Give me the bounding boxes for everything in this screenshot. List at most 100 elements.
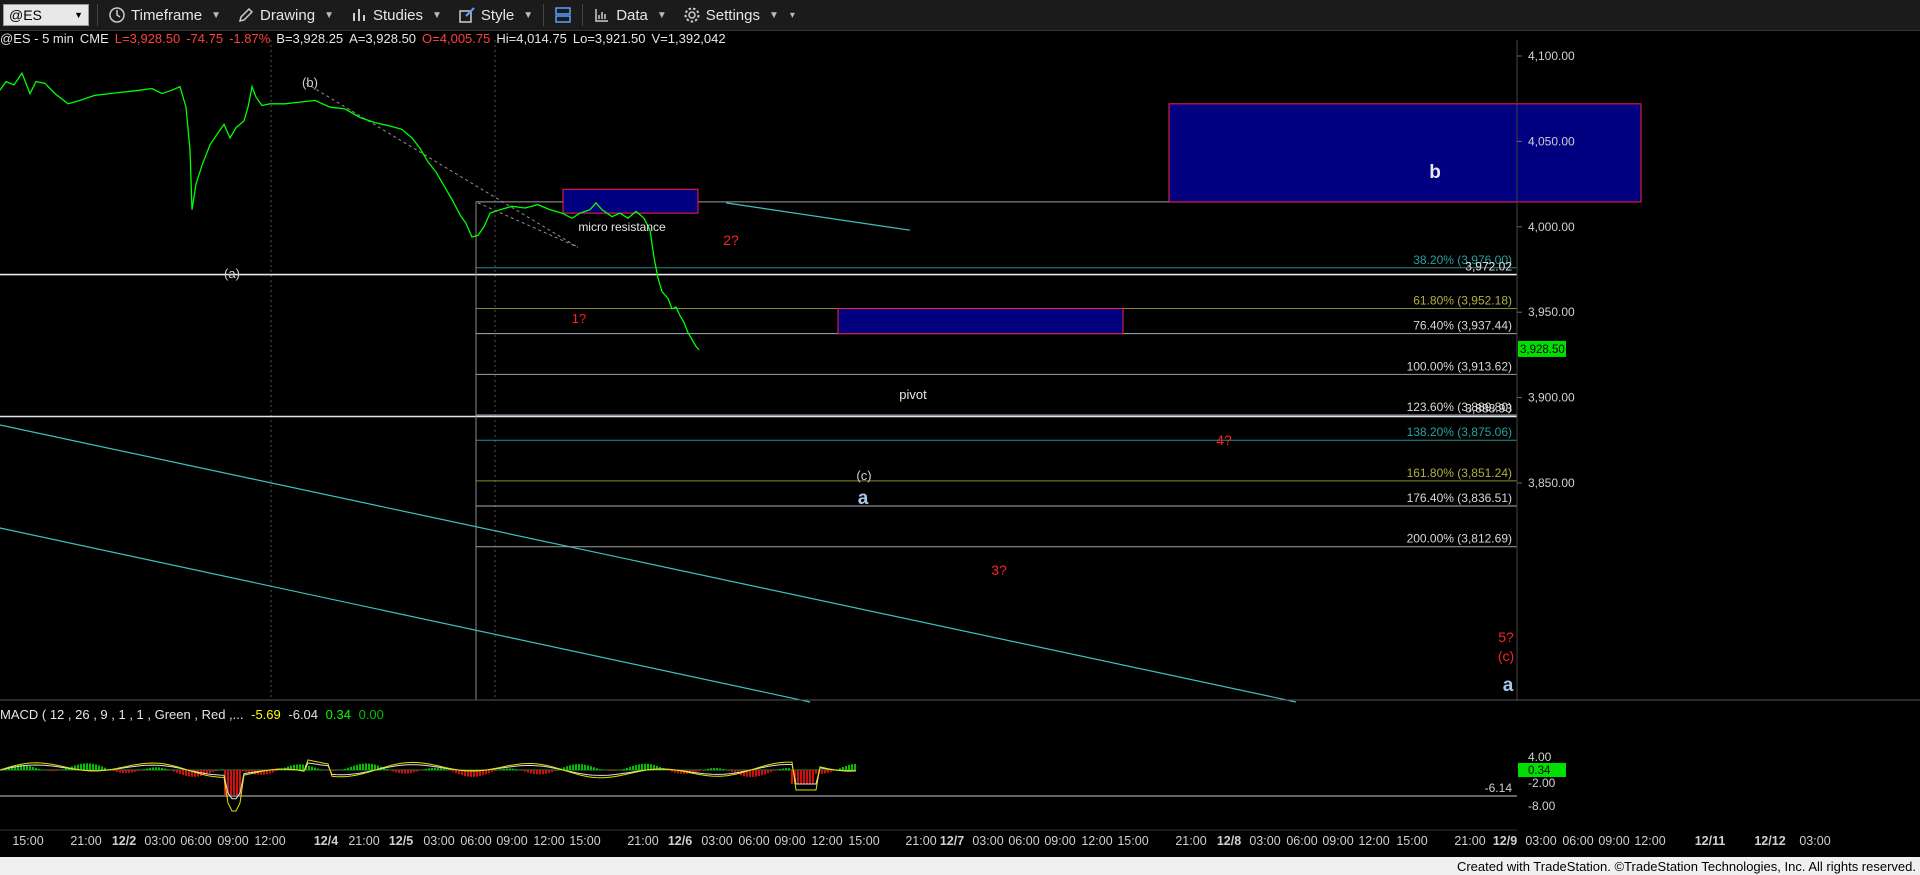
macd-histogram-bar [623,768,625,770]
macd-histogram-bar [485,770,487,775]
macd-histogram-bar [845,765,847,770]
time-tick-label: 12:00 [1081,834,1112,848]
macd-histogram-bar [614,770,616,771]
macd-histogram-bar [308,765,310,770]
macd-histogram-bar [452,770,454,772]
price-tick-label: 4,050.00 [1528,134,1575,148]
macd-histogram-bar [506,768,508,770]
macd-tick-label: -2.00 [1528,776,1556,790]
macd-histogram-bar [842,767,844,770]
macd-histogram-bar [539,770,541,775]
macd-histogram-bar [830,770,832,772]
line-label: 138.20% (3,875.06) [1407,425,1512,439]
time-tick-label: 12:00 [254,834,285,848]
macd-histogram-bar [362,763,364,770]
macd-histogram-bar [500,769,502,770]
macd-histogram-bar [122,770,124,774]
macd-histogram-bar [179,770,181,775]
macd-histogram-bar [176,770,178,773]
macd-histogram-bar [824,770,826,774]
price-chart[interactable]: 0.00% (4,014.56)38.20% (3,976.00)3,972.0… [0,0,1920,857]
macd-histogram-bar [311,766,313,770]
time-tick-label: 15:00 [12,834,43,848]
macd-histogram-bar [38,768,40,770]
time-tick-label: 09:00 [1322,834,1353,848]
macd-histogram-bar [158,767,160,770]
time-axis: 15:00 21:00 12/2 03:00 06:00 09:00 12:00 12/4 21… [0,829,1831,848]
macd-histogram-bar [17,764,19,770]
macd-histogram-bar [395,770,397,773]
macd-histogram-bar [143,769,145,770]
macd-histogram-bar [434,767,436,770]
time-tick-label: 03:00 [972,834,1003,848]
price-tick-label: 3,950.00 [1528,305,1575,319]
macd-histogram-bar [233,770,235,795]
macd-histogram-bar [50,770,52,772]
line-label: 76.40% (3,937.44) [1413,319,1512,333]
macd-histogram-bar [728,770,730,771]
macd-histogram-bar [92,763,94,770]
wave-label: a [858,488,869,509]
wave-label: 3? [991,562,1007,578]
macd-histogram-bar [719,768,721,770]
macd-histogram-bar [815,770,817,774]
channel-line [0,527,811,703]
macd-histogram-bar [758,770,760,777]
macd-histogram-bar [788,768,790,770]
time-tick-label: 03:00 [1525,834,1556,848]
macd-histogram-bar [491,770,493,773]
macd-histogram-bar [401,770,403,774]
macd-histogram-bar [173,770,175,772]
macd-histogram-bar [782,768,784,770]
macd-histogram-bar [596,768,598,770]
macd-histogram-bar [632,765,634,770]
macd-histogram-bar [749,770,751,777]
line-label: 3,888.93 [1465,402,1512,416]
macd-histogram-bar [125,770,127,774]
macd-histogram-bar [791,770,793,784]
time-tick-label: 03:00 [1249,834,1280,848]
macd-histogram-bar [428,768,430,770]
time-tick-label: 06:00 [1008,834,1039,848]
macd-histogram-bar [767,770,769,774]
macd-histogram-bar [578,764,580,770]
macd-legend: MACD ( 12 , 26 , 9 , 1 , 1 , Green , Red… [0,707,384,722]
macd-histogram-bar [398,770,400,774]
macd-histogram-bar [569,765,571,770]
line-label: 3,972.02 [1465,260,1512,274]
macd-histogram-bar [581,764,583,770]
wave-label: a [1503,675,1514,696]
macd-histogram-bar [668,770,670,771]
macd-histogram-bar [839,768,841,770]
macd-histogram-bar [704,769,706,770]
macd-histogram-bar [455,770,457,774]
macd-histogram-bar [416,770,418,772]
macd-histogram-bar [314,767,316,770]
macd-histogram-bar [533,770,535,774]
macd-histogram-bar [272,770,274,773]
macd-histogram-bar [95,764,97,770]
macd-histogram-bar [425,768,427,770]
macd-histogram-bar [515,769,517,770]
trendlines [0,82,1297,703]
macd-histogram-bar [359,764,361,770]
macd-histogram-bar [182,770,184,776]
macd-histogram-bar [155,767,157,770]
macd-tick-label: -6.14 [1485,781,1513,795]
time-tick-label: 12/11 [1695,834,1726,848]
macd-histogram-bar [242,770,244,772]
macd-histogram-bar [230,770,232,795]
time-tick-label: 06:00 [738,834,769,848]
time-tick-label: 03:00 [1799,834,1830,848]
macd-histogram-bar [29,766,31,770]
macd-histogram-bar [134,770,136,772]
macd-histogram-bar [101,766,103,770]
macd-histogram-bar [644,763,646,770]
macd-histogram-bar [848,764,850,770]
macd-histogram-bar [635,765,637,770]
macd-histogram-bar [119,770,121,773]
macd-histogram-bar [821,770,823,774]
macd-histogram-bar [185,770,187,776]
macd-histogram-bar [551,770,553,773]
macd-tick-label: -8.00 [1528,799,1556,813]
